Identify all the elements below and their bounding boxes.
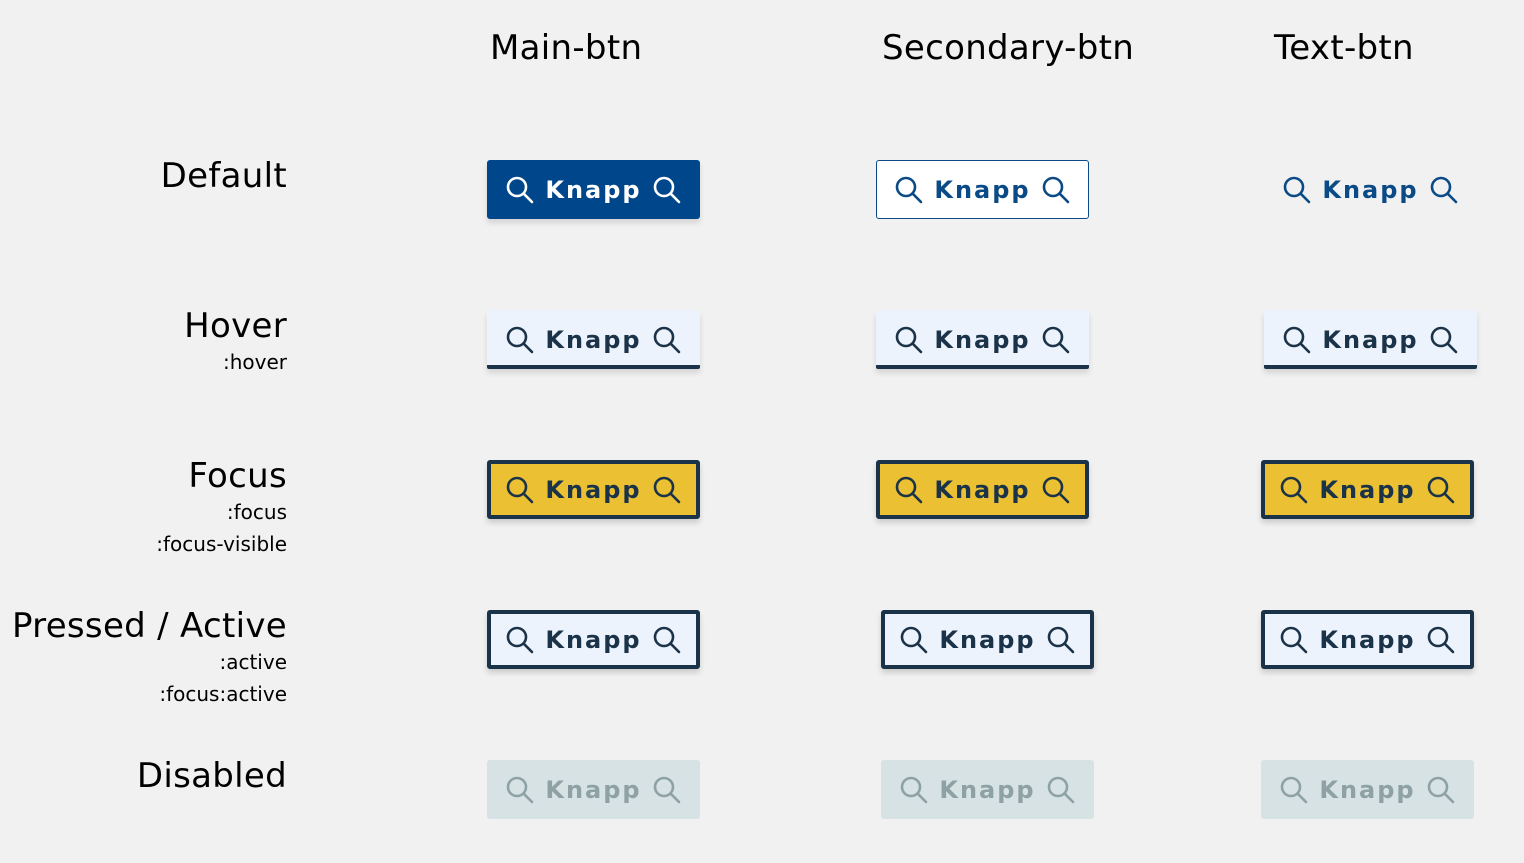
row-label-hover: Hover :hover — [184, 306, 287, 378]
row-title-disabled: Disabled — [136, 756, 287, 796]
search-icon — [1041, 475, 1071, 505]
row-title-default: Default — [160, 156, 287, 196]
secondary-button-focus[interactable]: Knapp — [876, 460, 1089, 519]
row-sub-focus-pseudo: :focus — [226, 500, 287, 524]
search-icon — [505, 175, 535, 205]
search-icon — [652, 325, 682, 355]
button-label: Knapp — [1319, 476, 1416, 504]
button-label: Knapp — [1322, 326, 1419, 354]
main-button-active[interactable]: Knapp — [487, 610, 700, 669]
main-button-disabled: Knapp — [487, 760, 700, 819]
button-label: Knapp — [939, 776, 1036, 804]
row-title-hover: Hover — [184, 306, 287, 346]
button-label: Knapp — [1319, 776, 1416, 804]
search-icon — [1279, 625, 1309, 655]
search-icon — [652, 175, 682, 205]
search-icon — [894, 475, 924, 505]
button-label: Knapp — [1319, 626, 1416, 654]
search-icon — [652, 775, 682, 805]
search-icon — [1426, 775, 1456, 805]
button-label: Knapp — [545, 176, 642, 204]
text-button-focus[interactable]: Knapp — [1261, 460, 1474, 519]
search-icon — [894, 325, 924, 355]
secondary-button-active[interactable]: Knapp — [881, 610, 1094, 669]
main-button-focus[interactable]: Knapp — [487, 460, 700, 519]
secondary-button-default[interactable]: Knapp — [876, 160, 1089, 219]
search-icon — [505, 475, 535, 505]
button-label: Knapp — [545, 626, 642, 654]
search-icon — [505, 325, 535, 355]
search-icon — [652, 625, 682, 655]
search-icon — [1426, 475, 1456, 505]
button-label: Knapp — [545, 326, 642, 354]
search-icon — [1041, 175, 1071, 205]
column-header-main-btn: Main-btn — [490, 28, 643, 68]
search-icon — [505, 625, 535, 655]
row-label-active: Pressed / Active :active :focus:active — [12, 606, 287, 710]
row-title-focus: Focus — [188, 456, 287, 496]
search-icon — [1426, 625, 1456, 655]
column-header-text-btn: Text-btn — [1274, 28, 1414, 68]
row-title-active: Pressed / Active — [11, 606, 287, 646]
button-label: Knapp — [939, 626, 1036, 654]
text-button-active[interactable]: Knapp — [1261, 610, 1474, 669]
search-icon — [1046, 775, 1076, 805]
search-icon — [1046, 625, 1076, 655]
button-label: Knapp — [545, 476, 642, 504]
button-label: Knapp — [934, 176, 1031, 204]
text-button-hover[interactable]: Knapp — [1264, 310, 1477, 369]
search-icon — [1429, 175, 1459, 205]
search-icon — [1279, 475, 1309, 505]
row-sub-hover-pseudo: :hover — [222, 350, 287, 374]
search-icon — [505, 775, 535, 805]
column-header-secondary-btn: Secondary-btn — [882, 28, 1135, 68]
row-sub-active-pseudo: :active — [219, 650, 287, 674]
text-button-default[interactable]: Knapp — [1264, 160, 1477, 219]
button-label: Knapp — [545, 776, 642, 804]
main-button-default[interactable]: Knapp — [487, 160, 700, 219]
search-icon — [1282, 325, 1312, 355]
search-icon — [1429, 325, 1459, 355]
text-button-disabled: Knapp — [1261, 760, 1474, 819]
row-label-default: Default — [161, 156, 287, 196]
secondary-button-disabled: Knapp — [881, 760, 1094, 819]
row-sub-focus-visible-pseudo: :focus-visible — [156, 532, 287, 556]
main-button-hover[interactable]: Knapp — [487, 310, 700, 369]
secondary-button-hover[interactable]: Knapp — [876, 310, 1089, 369]
search-icon — [1279, 775, 1309, 805]
button-label: Knapp — [1322, 176, 1419, 204]
row-sub-focus-active-pseudo: :focus:active — [159, 682, 287, 706]
search-icon — [1041, 325, 1071, 355]
search-icon — [899, 775, 929, 805]
button-label: Knapp — [934, 476, 1031, 504]
row-label-disabled: Disabled — [137, 756, 287, 796]
button-label: Knapp — [934, 326, 1031, 354]
row-label-focus: Focus :focus :focus-visible — [156, 456, 287, 560]
search-icon — [899, 625, 929, 655]
search-icon — [894, 175, 924, 205]
search-icon — [1282, 175, 1312, 205]
search-icon — [652, 475, 682, 505]
